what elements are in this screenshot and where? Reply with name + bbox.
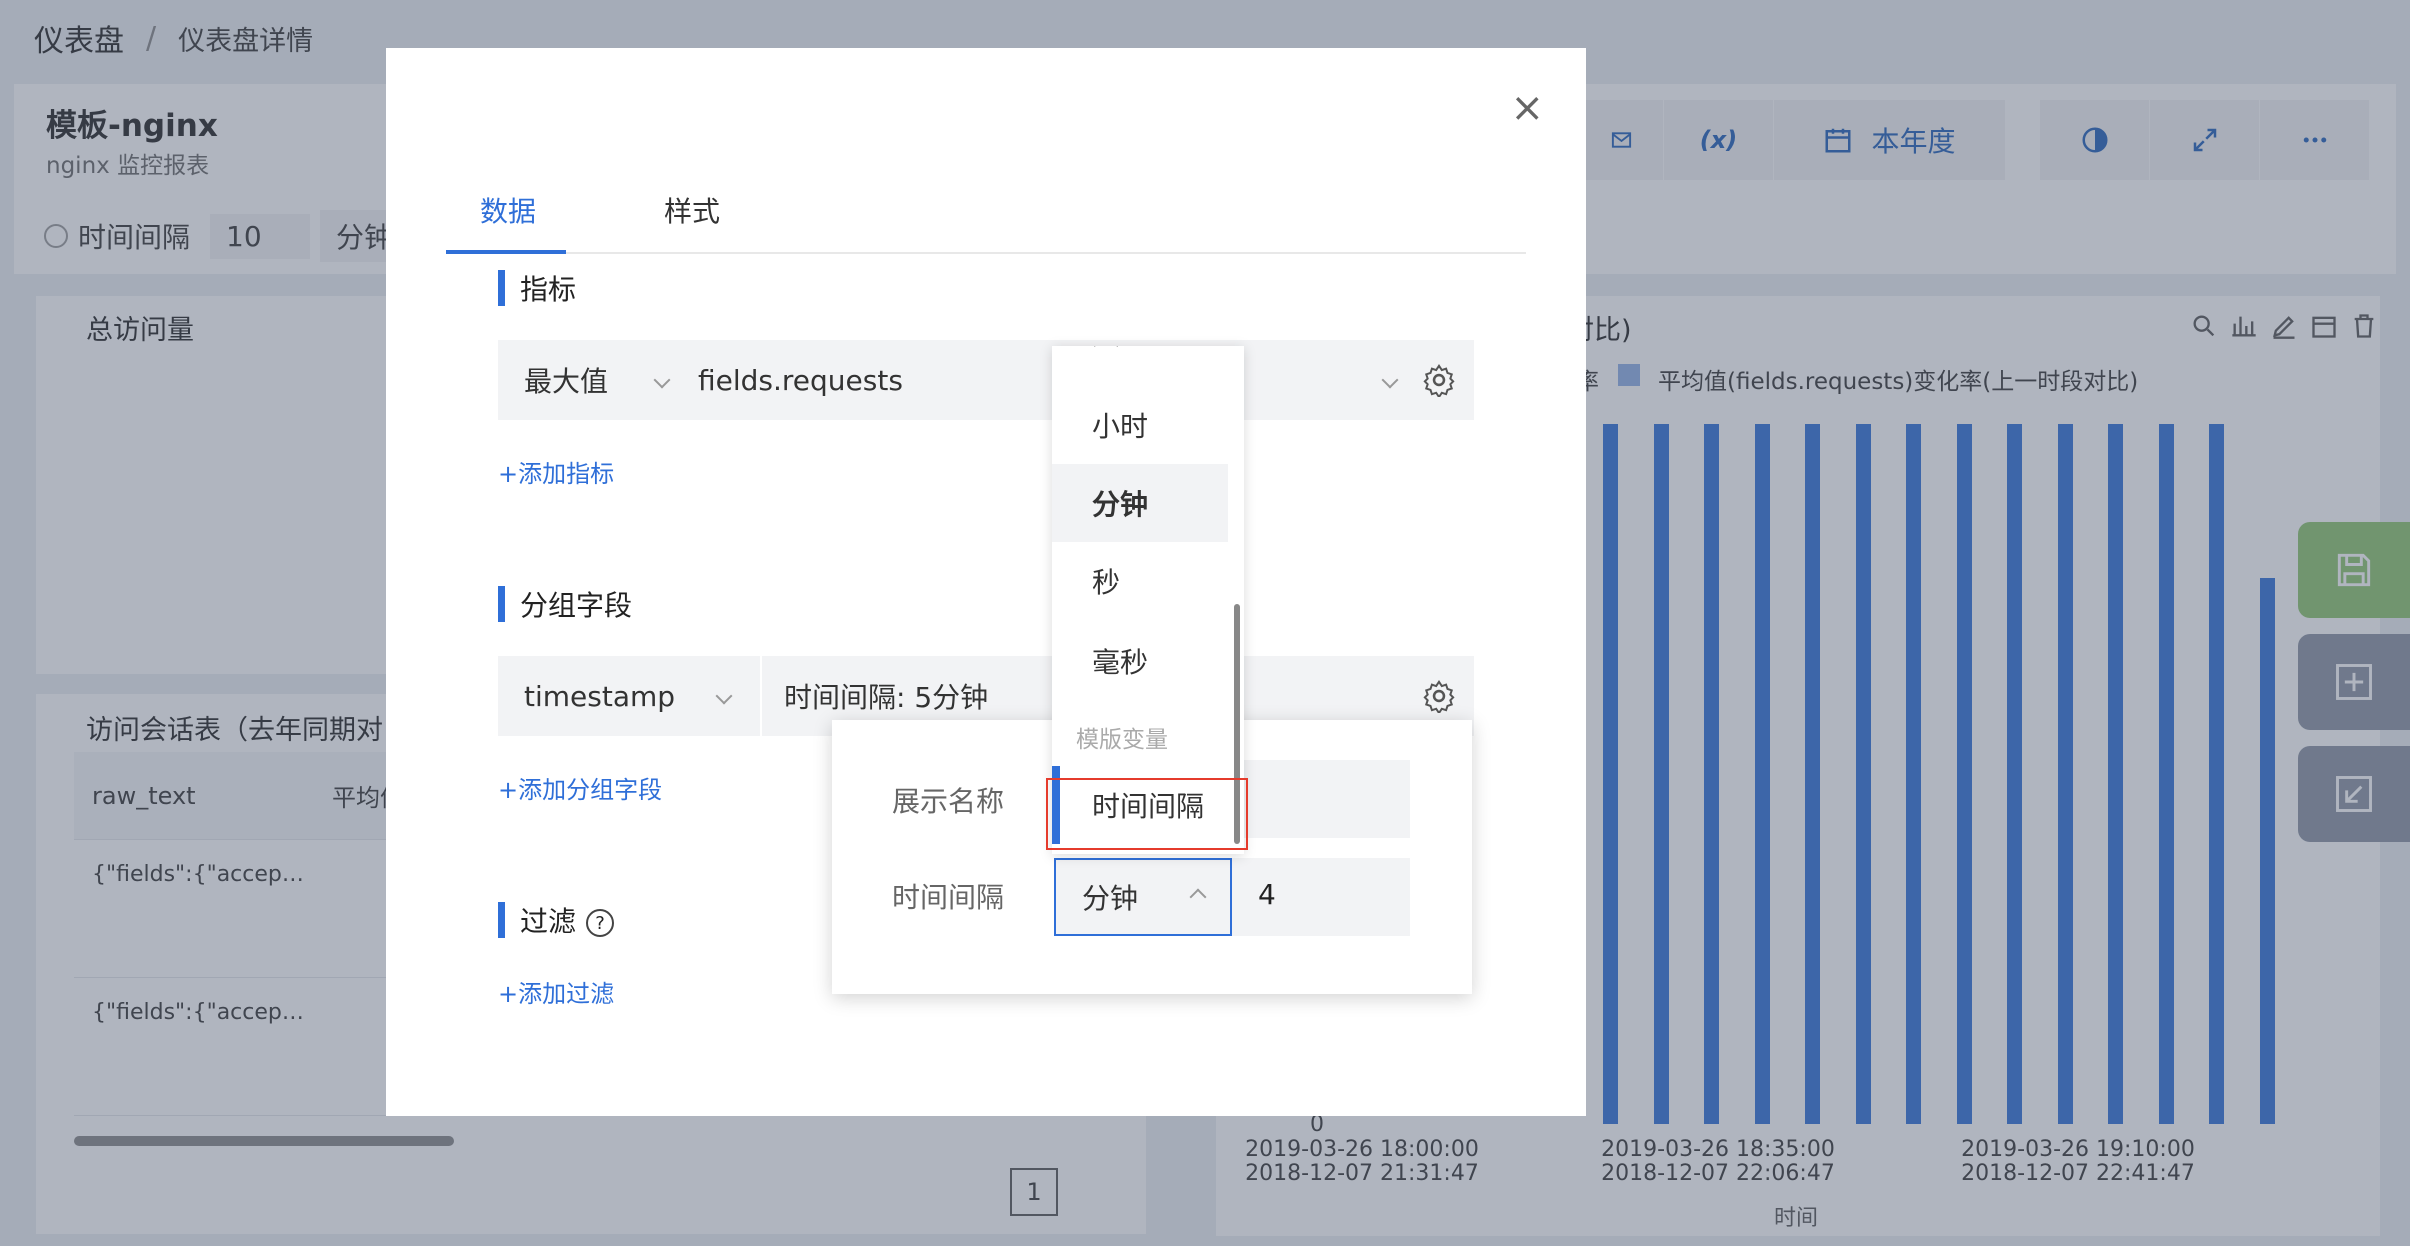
dropdown-option-second[interactable]: 秒 [1052, 542, 1228, 620]
section-title-metric: 指标 [498, 268, 576, 308]
interval-field-label: 时间间隔 [892, 881, 1005, 914]
dropdown-option-millisecond[interactable]: 毫秒 [1052, 622, 1228, 700]
chevron-down-icon [1381, 371, 1399, 389]
interval-number-input[interactable]: 4 [1232, 858, 1410, 936]
chevron-down-icon [653, 371, 671, 389]
help-icon[interactable]: ? [586, 909, 615, 937]
modal-tabs: 数据 样式 [446, 168, 1526, 254]
aggregation-value: 最大值 [524, 365, 609, 398]
section-title-group: 分组字段 [498, 584, 632, 624]
section-title-filter: 过滤? [498, 900, 615, 940]
group-field-select[interactable]: timestamp [498, 656, 762, 736]
add-filter-link[interactable]: +添加过滤 [498, 974, 614, 1009]
gear-icon[interactable] [1422, 363, 1456, 397]
group-field-value: timestamp [524, 679, 676, 713]
dropdown-option-hour[interactable]: 小时 [1052, 386, 1228, 464]
tab-data[interactable]: 数据 [480, 190, 536, 230]
add-metric-link[interactable]: +添加指标 [498, 454, 614, 489]
metric-field-value: fields.requests [698, 363, 903, 397]
chevron-up-icon [1189, 888, 1207, 906]
display-name-label: 展示名称 [892, 785, 1005, 818]
dropdown-group-label: 模版变量 [1076, 727, 1168, 753]
dropdown-option-day[interactable]: 天 [1052, 346, 1228, 372]
tab-style[interactable]: 样式 [664, 190, 720, 230]
chevron-down-icon [715, 687, 733, 705]
close-icon[interactable]: × [1510, 88, 1544, 128]
gear-icon[interactable] [1422, 679, 1456, 713]
add-group-link[interactable]: +添加分组字段 [498, 770, 662, 805]
aggregation-select[interactable]: 最大值 [498, 360, 698, 400]
filter-label: 过滤 [520, 905, 577, 938]
interval-unit-value: 分钟 [1082, 882, 1139, 915]
tab-active-indicator [446, 250, 566, 254]
dropdown-option-minute[interactable]: 分钟 [1052, 464, 1228, 542]
interval-unit-select-open[interactable]: 分钟 [1054, 858, 1232, 936]
highlight-box [1046, 778, 1248, 850]
metric-row: 最大值 fields.requests [498, 340, 1474, 420]
